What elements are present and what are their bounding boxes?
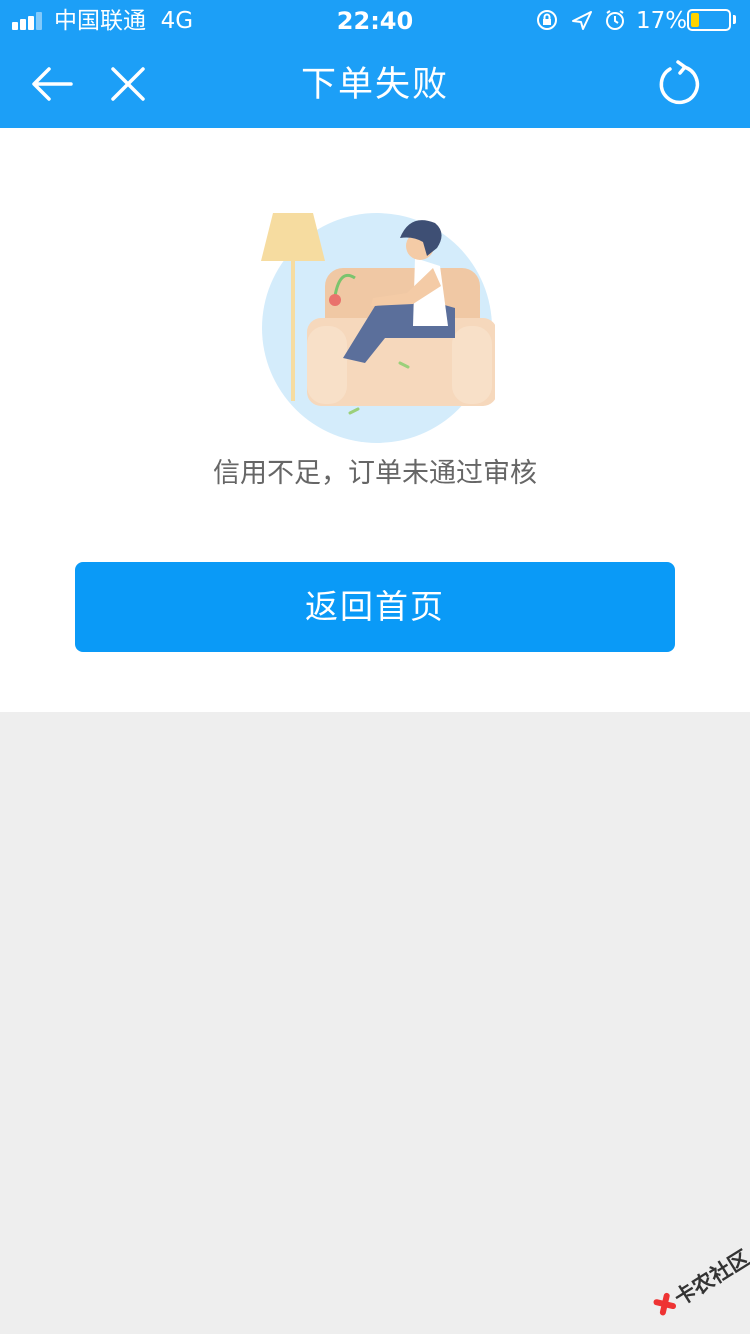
status-bar: 中国联通 4G 22:40 17% (0, 0, 750, 40)
status-icons (537, 10, 624, 30)
battery-nub (733, 15, 736, 24)
battery-percent: 17% (636, 8, 688, 34)
battery-level (691, 13, 699, 27)
watermark-logo: 卡农社区 (653, 1248, 750, 1316)
location-icon (572, 11, 592, 30)
top-bar: 中国联通 4G 22:40 17% 下单失败 (0, 0, 750, 128)
page-title: 下单失败 (300, 65, 449, 105)
orientation-lock-icon (537, 10, 557, 30)
failure-message: 信用不足，订单未通过审核 (213, 458, 537, 489)
svg-text:卡农社区: 卡农社区 (670, 1248, 750, 1310)
alarm-icon (606, 10, 624, 30)
refresh-button[interactable] (650, 56, 706, 112)
refresh-icon (659, 60, 700, 105)
sad-person-on-sofa-illustration (261, 213, 495, 443)
battery-icon (687, 9, 731, 31)
return-home-button[interactable]: 返回首页 (75, 562, 675, 652)
result-card: 信用不足，订单未通过审核 返回首页 (0, 128, 750, 712)
